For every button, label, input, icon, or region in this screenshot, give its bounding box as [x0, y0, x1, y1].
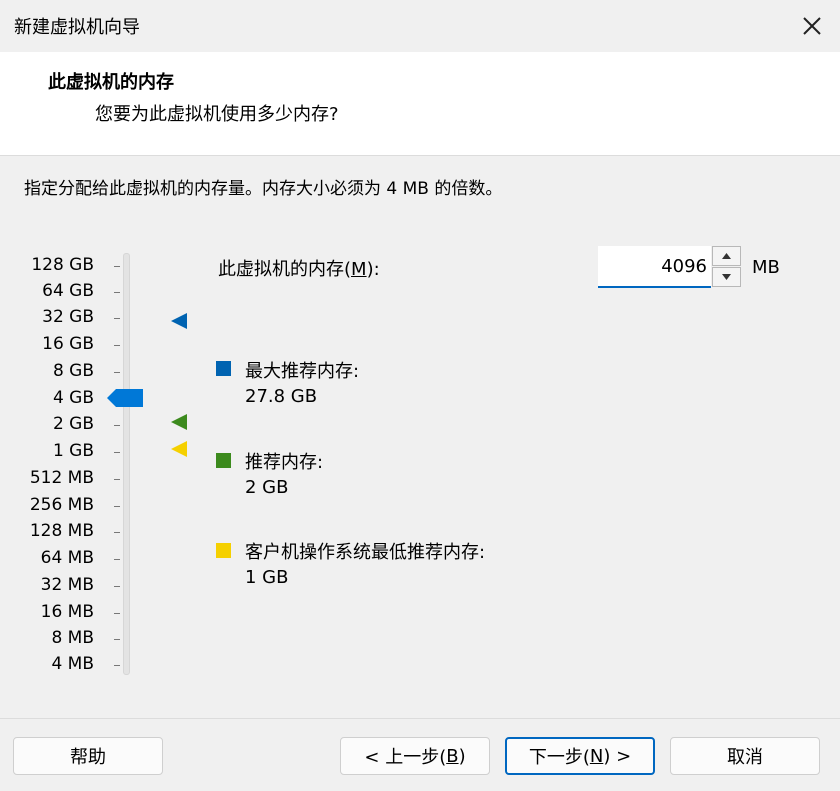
slider-tick	[114, 266, 120, 267]
scale-label: 512 MB	[29, 468, 94, 488]
scale-label: 4 MB	[51, 654, 94, 674]
close-button[interactable]	[796, 10, 828, 42]
memory-label-prefix: 此虚拟机的内存(	[218, 259, 352, 280]
recommended-swatch	[216, 453, 231, 468]
spin-up-button[interactable]	[712, 246, 741, 266]
slider-tick	[114, 345, 120, 346]
scale-label: 64 GB	[42, 281, 94, 301]
slider-tick	[114, 639, 120, 640]
triangle-down-icon	[722, 274, 731, 280]
scale-label: 128 GB	[31, 255, 94, 275]
scale-label: 32 GB	[42, 307, 94, 327]
minimum-marker	[171, 441, 187, 457]
back-button-accelerator: B	[446, 745, 459, 767]
back-button-suffix: )	[458, 745, 466, 767]
minimum-value: 1 GB	[245, 567, 289, 588]
memory-label: 此虚拟机的内存(M):	[218, 255, 380, 281]
slider-tick	[114, 318, 120, 319]
memory-label-suffix: ):	[366, 259, 380, 280]
scale-label: 16 GB	[42, 334, 94, 354]
scale-label: 8 GB	[52, 361, 94, 381]
triangle-up-icon	[722, 253, 731, 259]
slider-tick	[114, 665, 120, 666]
next-button-accelerator: N	[589, 745, 604, 767]
cancel-button-label: 取消	[727, 747, 763, 768]
slider-tick	[114, 479, 120, 480]
memory-slider-track[interactable]	[123, 253, 130, 675]
max-recommended-marker	[171, 313, 187, 329]
slider-tick	[114, 292, 120, 293]
page-subtitle: 您要为此虚拟机使用多少内存?	[95, 104, 339, 125]
max-recommended-swatch	[216, 361, 231, 376]
scale-label-selected: 4 GB	[52, 388, 94, 408]
slider-tick	[114, 372, 120, 373]
help-button[interactable]: 帮助	[13, 737, 163, 775]
close-icon	[803, 17, 821, 35]
scale-label: 8 MB	[51, 628, 94, 648]
recommended-label: 推荐内存:	[245, 452, 324, 473]
scale-label: 128 MB	[29, 521, 94, 541]
title-bar: 新建虚拟机向导	[0, 0, 840, 52]
instruction-text: 指定分配给此虚拟机的内存量。内存大小必须为 4 MB 的倍数。	[24, 179, 503, 199]
back-button-label: < 上一步(	[364, 747, 447, 768]
memory-slider-thumb[interactable]	[107, 388, 143, 408]
window-title: 新建虚拟机向导	[14, 17, 140, 38]
minimum-swatch	[216, 543, 231, 558]
next-button[interactable]: 下一步(N) >	[505, 737, 655, 775]
max-recommended-value: 27.8 GB	[245, 386, 318, 407]
slider-tick	[114, 506, 120, 507]
scale-label: 2 GB	[52, 414, 94, 434]
max-recommended-label: 最大推荐内存:	[245, 361, 360, 382]
recommended-value: 2 GB	[245, 477, 289, 498]
back-button[interactable]: < 上一步(B)	[340, 737, 490, 775]
help-button-label: 帮助	[70, 747, 106, 768]
slider-tick	[114, 613, 120, 614]
spin-down-button[interactable]	[712, 267, 741, 287]
minimum-label: 客户机操作系统最低推荐内存:	[245, 542, 486, 563]
scale-label: 1 GB	[52, 441, 94, 461]
slider-tick	[114, 452, 120, 453]
scale-label: 256 MB	[29, 495, 94, 515]
footer-divider	[0, 718, 840, 719]
scale-label: 64 MB	[40, 548, 94, 568]
cancel-button[interactable]: 取消	[670, 737, 820, 775]
memory-spinner	[712, 246, 741, 288]
recommended-marker	[171, 414, 187, 430]
memory-unit: MB	[752, 257, 780, 278]
scale-label: 32 MB	[40, 575, 94, 595]
wizard-header: 此虚拟机的内存 您要为此虚拟机使用多少内存?	[0, 52, 840, 156]
memory-label-accelerator: M	[351, 259, 367, 280]
next-button-label: 下一步(	[528, 747, 590, 768]
slider-tick	[114, 559, 120, 560]
scale-label: 16 MB	[40, 602, 94, 622]
slider-tick	[114, 425, 120, 426]
page-title: 此虚拟机的内存	[48, 72, 174, 93]
memory-input[interactable]	[598, 246, 711, 288]
slider-tick	[114, 586, 120, 587]
next-button-suffix: ) >	[603, 745, 632, 767]
slider-tick	[114, 532, 120, 533]
